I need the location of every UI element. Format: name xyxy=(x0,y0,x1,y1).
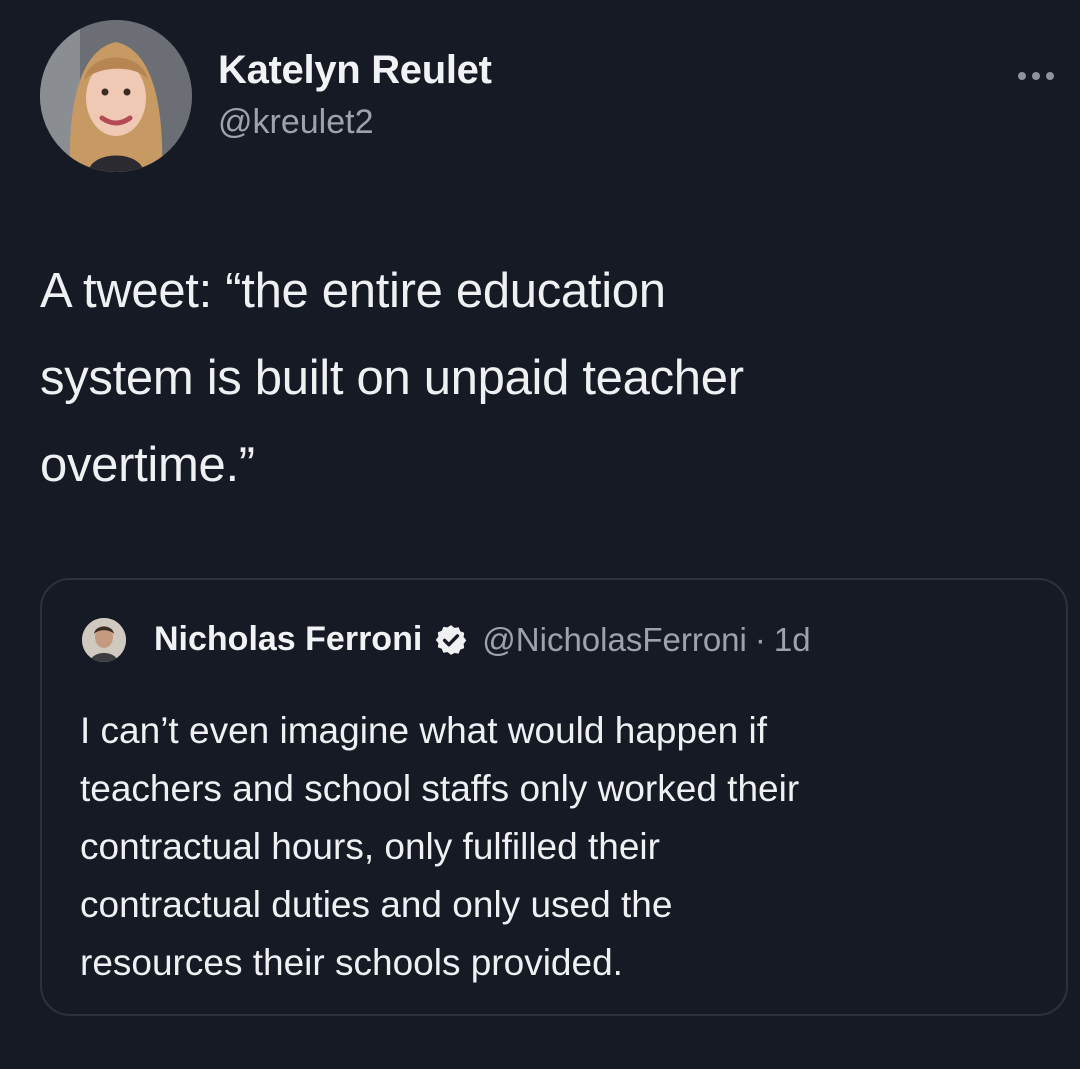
more-dot xyxy=(1018,72,1026,80)
quoted-author-avatar-image xyxy=(82,618,126,662)
quoted-tweet-header: Nicholas Ferroni @NicholasFerroni · 1d xyxy=(154,620,811,659)
quoted-text-line: resources their schools provided. xyxy=(80,942,623,983)
quoted-author-name[interactable]: Nicholas Ferroni xyxy=(154,620,422,659)
verified-badge-icon xyxy=(434,623,468,657)
more-dot xyxy=(1032,72,1040,80)
quoted-text-line: contractual duties and only used the xyxy=(80,884,673,925)
tweet-text-line: system is built on unpaid teacher xyxy=(40,351,744,405)
author-avatar[interactable] xyxy=(40,20,192,172)
tweet-text-line: A tweet: “the entire education xyxy=(40,264,666,318)
quoted-tweet-card[interactable]: Nicholas Ferroni @NicholasFerroni · 1d I… xyxy=(40,578,1068,1016)
quoted-author-avatar[interactable] xyxy=(82,618,126,662)
author-handle[interactable]: @kreulet2 xyxy=(218,103,373,142)
tweet-text-line: overtime.” xyxy=(40,438,255,492)
separator-dot: · xyxy=(754,620,766,658)
quoted-author-handle[interactable]: @NicholasFerroni xyxy=(482,621,747,659)
more-dot xyxy=(1046,72,1054,80)
quoted-tweet-time[interactable]: 1d xyxy=(774,621,811,659)
more-options-icon[interactable] xyxy=(1018,66,1066,86)
quoted-text-line: contractual hours, only fulfilled their xyxy=(80,826,660,867)
quoted-tweet-text: I can’t even imagine what would happen i… xyxy=(80,702,1060,992)
author-name[interactable]: Katelyn Reulet xyxy=(218,48,492,93)
author-avatar-image xyxy=(40,20,192,172)
tweet-text: A tweet: “the entire education system is… xyxy=(40,248,1040,509)
quoted-text-line: I can’t even imagine what would happen i… xyxy=(80,710,767,751)
quoted-text-line: teachers and school staffs only worked t… xyxy=(80,768,800,809)
